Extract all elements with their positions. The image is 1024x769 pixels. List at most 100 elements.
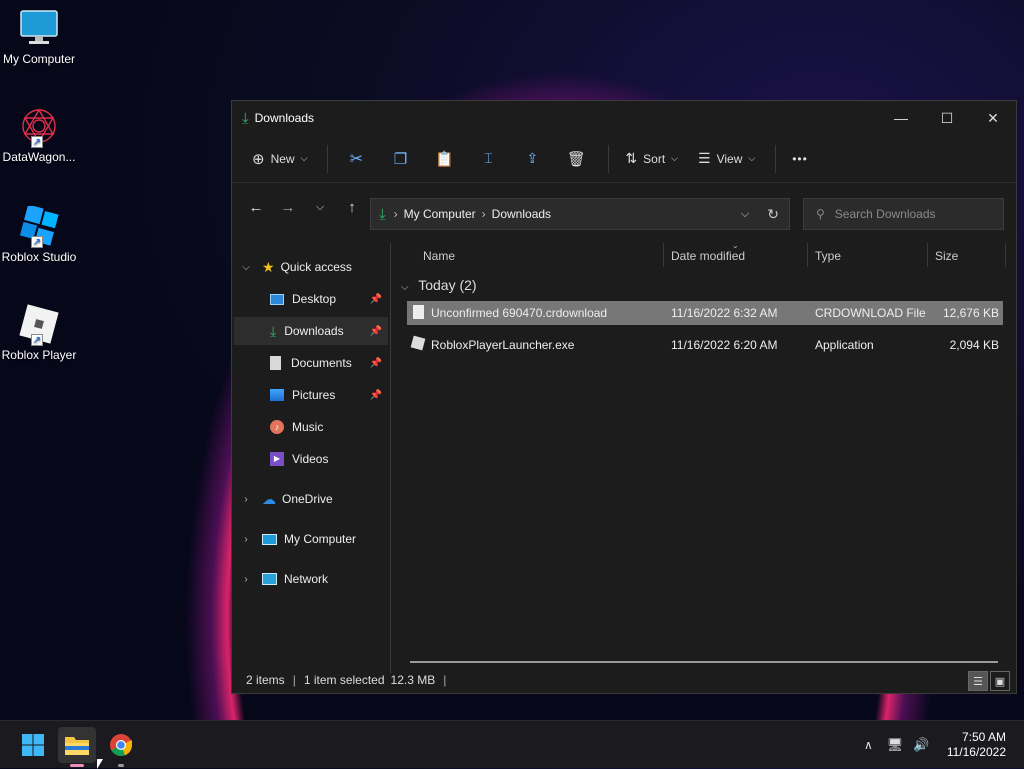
sidebar-item-pictures[interactable]: Pictures 📌	[234, 381, 388, 409]
sidebar-item-quick-access[interactable]: ⌵ ★ Quick access	[234, 253, 388, 281]
paste-button[interactable]: 📋	[424, 143, 464, 175]
clipboard-icon: 📋	[435, 150, 454, 168]
minimize-button[interactable]: —	[878, 101, 924, 135]
more-options-button[interactable]: •••	[784, 143, 816, 175]
address-bar[interactable]: ⤓ › My Computer › Downloads ⌵ ↻	[370, 198, 790, 230]
forward-button[interactable]: →	[272, 191, 304, 223]
chevron-right-icon[interactable]: ›	[238, 574, 254, 585]
taskbar-clock[interactable]: 7:50 AM 11/16/2022	[947, 730, 1006, 760]
status-selected-size: 12.3 MB	[390, 673, 436, 687]
column-divider[interactable]	[663, 243, 664, 267]
sidebar-item-desktop[interactable]: Desktop 📌	[234, 285, 388, 313]
file-size: 12,676 KB	[942, 306, 999, 320]
chevron-down-icon: ⌵	[315, 200, 325, 213]
pin-icon: 📌	[369, 389, 382, 401]
column-header-type[interactable]: Type	[815, 249, 841, 263]
refresh-button[interactable]: ↻	[767, 206, 779, 223]
start-button[interactable]	[14, 727, 52, 763]
show-hidden-icons-button[interactable]: ∧	[864, 738, 873, 752]
up-button[interactable]: ↑	[336, 191, 368, 223]
toolbar-divider	[775, 144, 777, 173]
cut-button[interactable]: ✂	[336, 143, 376, 175]
breadcrumb-chevron-icon: ›	[393, 207, 398, 221]
pin-icon: 📌	[369, 357, 382, 369]
chrome-icon	[110, 734, 133, 757]
arrow-up-icon: ↑	[348, 198, 356, 216]
status-bar: 2 items | 1 item selected 12.3 MB |	[246, 671, 454, 689]
desktop-icon-roblox-player[interactable]: ↗ Roblox Player	[0, 304, 78, 362]
monitor-icon	[262, 533, 277, 545]
column-divider[interactable]	[1005, 243, 1006, 267]
sidebar-item-documents[interactable]: Documents 📌	[234, 349, 388, 377]
sidebar-item-downloads[interactable]: ⤓ Downloads 📌	[234, 317, 388, 345]
file-explorer-window: ⤓ Downloads — ☐ ✕ ⊕ New ⌵ ✂ ❐ 📋 ⌶ ⇪ 🗑 ⇅ …	[231, 100, 1017, 694]
column-divider[interactable]	[807, 243, 808, 267]
view-button[interactable]: ☰ View ⌵	[690, 143, 763, 175]
pin-icon: 📌	[369, 325, 382, 337]
back-button[interactable]: ←	[240, 191, 272, 223]
download-icon: ⤓	[270, 322, 277, 339]
maximize-button[interactable]: ☐	[924, 101, 970, 135]
sort-button[interactable]: ⇅ Sort ⌵	[617, 143, 686, 175]
roblox-studio-icon: ↗	[17, 204, 61, 248]
column-header-name[interactable]: Name	[423, 249, 455, 263]
title-bar[interactable]: ⤓ Downloads — ☐ ✕	[232, 101, 1016, 135]
chevron-down-icon[interactable]: ⌵	[238, 262, 254, 273]
details-view-button[interactable]: ☰	[968, 671, 988, 691]
copy-button[interactable]: ❐	[380, 143, 420, 175]
network-icon	[262, 573, 277, 585]
table-row[interactable]: Unconfirmed 690470.crdownload 11/16/2022…	[407, 301, 1003, 325]
toolbar-divider	[327, 144, 329, 173]
breadcrumb-my-computer[interactable]: My Computer	[404, 207, 476, 221]
taskbar-file-explorer[interactable]	[58, 727, 96, 767]
network-status-icon[interactable]: 🖥	[887, 737, 904, 753]
taskbar: ∧ 🖥 🔊 7:50 AM 11/16/2022	[0, 720, 1024, 769]
search-box[interactable]: ⚲ Search Downloads	[803, 198, 1004, 230]
table-row[interactable]: RobloxPlayerLauncher.exe 11/16/2022 6:20…	[407, 333, 1003, 357]
address-history-button[interactable]: ⌵	[741, 208, 749, 221]
share-icon: ⇪	[526, 150, 539, 166]
desktop-icon-datawagon[interactable]: ↗ DataWagon...	[0, 106, 78, 164]
new-button[interactable]: ⊕ New ⌵	[244, 143, 315, 175]
file-date: 11/16/2022 6:20 AM	[671, 338, 778, 352]
shortcut-arrow-icon: ↗	[31, 334, 43, 346]
rename-button[interactable]: ⌶	[468, 143, 508, 175]
share-button[interactable]: ⇪	[512, 143, 552, 175]
file-icon	[413, 305, 424, 319]
sidebar-item-network[interactable]: › Network	[234, 565, 388, 593]
shortcut-arrow-icon: ↗	[31, 136, 43, 148]
horizontal-scrollbar[interactable]	[410, 661, 998, 663]
desktop-icon-roblox-studio[interactable]: ↗ Roblox Studio	[0, 204, 78, 264]
desktop-icon-my-computer[interactable]: My Computer	[0, 8, 78, 66]
taskbar-chrome[interactable]	[102, 727, 140, 767]
trash-icon: 🗑	[566, 150, 586, 168]
running-indicator	[118, 764, 124, 767]
sidebar-item-music[interactable]: ♪ Music	[234, 413, 388, 441]
column-header-date[interactable]: Date modified	[671, 249, 745, 263]
volume-icon[interactable]: 🔊	[913, 737, 929, 753]
sidebar-item-videos[interactable]: ▶ Videos	[234, 445, 388, 473]
shortcut-arrow-icon: ↗	[31, 236, 43, 248]
file-name: RobloxPlayerLauncher.exe	[431, 338, 575, 352]
delete-button[interactable]: 🗑	[556, 143, 596, 175]
sidebar-item-my-computer[interactable]: › My Computer	[234, 525, 388, 553]
command-bar: ⊕ New ⌵ ✂ ❐ 📋 ⌶ ⇪ 🗑 ⇅ Sort ⌵ ☰ View ⌵ ••…	[232, 135, 1016, 183]
group-header-today[interactable]: ⌵ Today (2)	[401, 277, 477, 293]
windows-logo-icon	[22, 734, 44, 756]
clock-date: 11/16/2022	[946, 745, 1006, 759]
tiles-view-button[interactable]: ▣	[990, 671, 1010, 691]
close-button[interactable]: ✕	[970, 101, 1016, 135]
column-header-size[interactable]: Size	[935, 249, 958, 263]
chevron-down-icon: ⌵	[671, 153, 678, 163]
breadcrumb-downloads[interactable]: Downloads	[492, 207, 551, 221]
search-placeholder: Search Downloads	[834, 207, 936, 221]
chevron-right-icon[interactable]: ›	[238, 494, 254, 505]
pane-divider[interactable]	[390, 243, 391, 673]
arrow-right-icon: →	[280, 198, 296, 216]
column-divider[interactable]	[927, 243, 928, 267]
file-name: Unconfirmed 690470.crdownload	[431, 306, 608, 320]
recent-locations-button[interactable]: ⌵	[304, 191, 336, 223]
roblox-player-icon: ↗	[17, 304, 61, 346]
sidebar-item-onedrive[interactable]: › ☁ OneDrive	[234, 485, 388, 513]
chevron-right-icon[interactable]: ›	[238, 534, 254, 545]
